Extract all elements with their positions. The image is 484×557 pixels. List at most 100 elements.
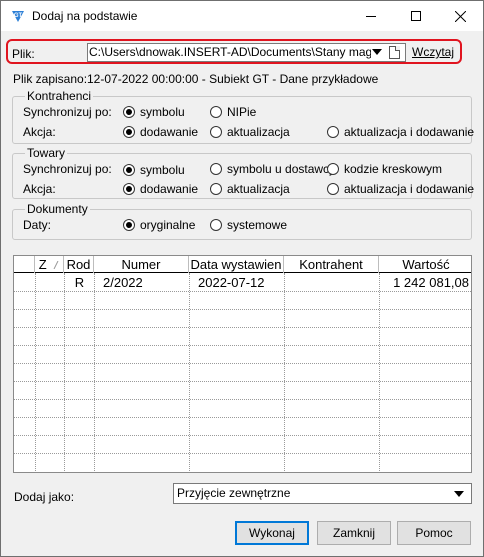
contractors-group: Kontrahenci Synchronizuj po: symbolu NIP… [12,89,474,144]
radio-unchecked-icon [210,219,222,231]
contractors-sync-label: Synchronizuj po: [23,105,112,119]
documents-dates-label: Daty: [23,218,52,232]
grid-line [379,273,380,472]
column-header-select[interactable] [14,256,35,273]
contractors-group-title: Kontrahenci [25,89,94,103]
cell-data: 2022-07-12 [198,275,265,290]
app-icon: GT [12,11,24,22]
chevron-down-icon [454,491,464,497]
goods-action-update-add-radio[interactable]: aktualizacja i dodawanie [327,182,474,196]
dialog-content: Plik: C:\Users\dnowak.INSERT-AD\Document… [1,31,483,556]
minimize-button[interactable] [348,1,393,31]
radio-label: systemowe [227,218,288,232]
radio-label: symbolu u dostawcy [227,162,336,176]
window-title: Dodaj na podstawie [32,9,138,23]
grid-line [64,273,65,472]
minimize-icon [365,16,376,17]
column-header-wartosc[interactable]: Wartość [379,256,471,273]
dropdown-arrow-icon[interactable] [372,49,382,55]
documents-dates-system-radio[interactable]: systemowe [210,218,287,232]
document-icon[interactable] [389,46,400,59]
goods-action-label: Akcja: [23,182,56,196]
cell-wartosc: 1 242 081,08 [393,275,469,290]
contractors-sync-nip-radio[interactable]: NIPie [210,105,256,119]
documents-group-title: Dokumenty [25,202,90,216]
grid-line [189,273,190,472]
radio-unchecked-icon [210,106,222,118]
documents-table[interactable]: Z Rod Numer Data wystawien Kontrahent Wa… [13,255,472,473]
radio-unchecked-icon [210,163,222,175]
cell-numer: 2/2022 [103,275,143,290]
radio-checked-icon [123,164,135,176]
goods-sync-barcode-radio[interactable]: kodzie kreskowym [327,162,442,176]
goods-action-update-radio[interactable]: aktualizacja [210,182,290,196]
contractors-sync-symbol-radio[interactable]: symbolu [123,105,185,119]
app-icon-text: GT [14,13,23,19]
goods-group-title: Towary [25,146,68,160]
grid-line [14,327,471,328]
radio-unchecked-icon [327,126,339,138]
goods-sync-supplier-symbol-radio[interactable]: symbolu u dostawcy [210,162,335,176]
documents-dates-original-radio[interactable]: oryginalne [123,218,195,232]
goods-action-add-radio[interactable]: dodawanie [123,182,198,196]
goods-sync-symbol-radio[interactable]: symbolu [123,163,185,177]
column-header-data[interactable]: Data wystawien [189,256,284,273]
cell-rod: R [74,275,85,290]
add-as-value: Przyjęcie zewnętrzne [177,486,291,500]
grid-line [14,453,471,454]
title-bar: GT Dodaj na podstawie [1,1,483,31]
radio-label: aktualizacja i dodawanie [344,125,475,139]
column-header-rod[interactable]: Rod [64,256,94,273]
column-header-z[interactable]: Z [35,256,64,273]
radio-label: dodawanie [140,125,199,139]
radio-unchecked-icon [327,163,339,175]
grid-line [14,435,471,436]
grid-line [14,381,471,382]
saved-label: Plik zapisano: [13,72,88,86]
radio-unchecked-icon [210,126,222,138]
grid-line [35,273,36,472]
radio-label: kodzie kreskowym [344,162,443,176]
radio-label: NIPie [227,105,257,119]
file-path-combo[interactable]: C:\Users\dnowak.INSERT-AD\Documents\Stan… [87,43,406,62]
radio-label: aktualizacja [227,182,290,196]
sort-icon [53,260,59,270]
grid-line [14,417,471,418]
close-dialog-button[interactable]: Zamknij [317,521,391,545]
grid-line [14,291,471,292]
contractors-action-label: Akcja: [23,125,56,139]
add-as-combo[interactable]: Przyjęcie zewnętrzne [173,483,472,504]
radio-checked-icon [123,106,135,118]
radio-unchecked-icon [210,183,222,195]
table-header: Z Rod Numer Data wystawien Kontrahent Wa… [14,256,471,273]
radio-label: symbolu [140,105,185,119]
radio-checked-icon [123,219,135,231]
documents-group: Dokumenty Daty: oryginalne systemowe [12,202,472,240]
radio-label: symbolu [140,163,185,177]
contractors-action-update-radio[interactable]: aktualizacja [210,125,290,139]
dialog-window: GT Dodaj na podstawie Plik: C:\Users\dno… [0,0,484,557]
radio-label: aktualizacja [227,125,290,139]
goods-sync-label: Synchronizuj po: [23,162,112,176]
help-button[interactable]: Pomoc [397,521,471,545]
file-path-value: C:\Users\dnowak.INSERT-AD\Documents\Stan… [89,45,371,59]
column-header-z-label: Z [38,257,47,272]
grid-line [94,273,95,472]
close-icon [455,10,466,22]
grid-line [14,399,471,400]
close-button[interactable] [438,1,483,31]
maximize-icon [410,11,421,21]
file-label: Plik: [12,47,35,61]
radio-unchecked-icon [327,183,339,195]
load-link[interactable]: Wczytaj [412,45,454,59]
column-header-numer[interactable]: Numer [94,256,189,273]
contractors-action-update-add-radio[interactable]: aktualizacja i dodawanie [327,125,474,139]
radio-label: dodawanie [140,182,199,196]
maximize-button[interactable] [393,1,438,31]
contractors-action-add-radio[interactable]: dodawanie [123,125,198,139]
radio-label: aktualizacja i dodawanie [344,182,475,196]
column-header-kontrahent[interactable]: Kontrahent [284,256,379,273]
grid-line [14,345,471,346]
execute-button[interactable]: Wykonaj [235,521,309,545]
add-as-label: Dodaj jako: [14,490,75,504]
